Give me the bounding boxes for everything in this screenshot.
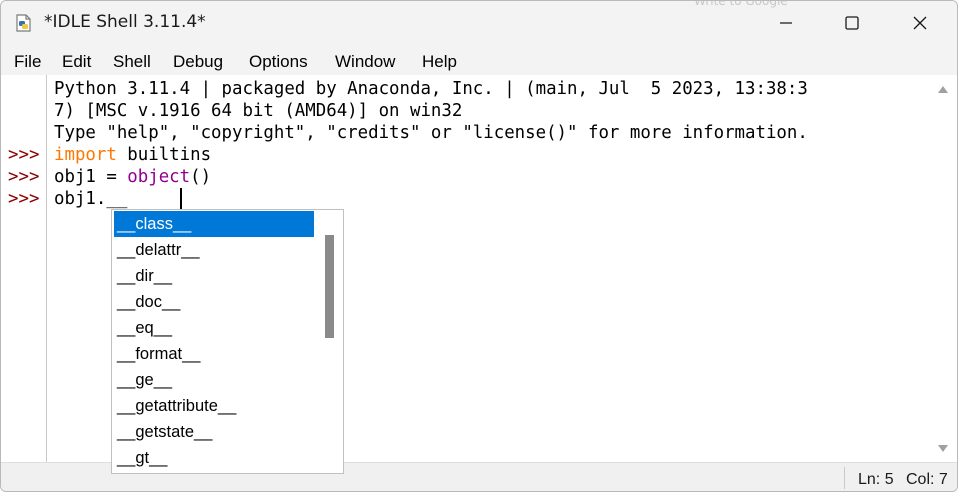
- menu-help[interactable]: Help: [422, 52, 457, 72]
- autocomplete-item-label: __getstate__: [117, 423, 213, 441]
- autocomplete-item-label: __doc__: [117, 293, 181, 311]
- autocomplete-item[interactable]: __getstate__: [114, 419, 314, 445]
- text-cursor: [180, 188, 182, 210]
- menu-debug[interactable]: Debug: [173, 52, 223, 72]
- autocomplete-item[interactable]: __ge__: [114, 367, 314, 393]
- menu-shell[interactable]: Shell: [113, 52, 151, 72]
- code-token: obj1 =: [54, 167, 128, 187]
- scroll-up-icon[interactable]: [938, 86, 948, 93]
- autocomplete-item[interactable]: __doc__: [114, 289, 314, 315]
- autocomplete-item-label: __eq__: [117, 319, 173, 337]
- autocomplete-item[interactable]: __eq__: [114, 315, 314, 341]
- autocomplete-item-label: __format__: [117, 345, 201, 363]
- close-icon: [913, 16, 927, 30]
- banner-line: Type "help", "copyright", "credits" or "…: [54, 123, 808, 143]
- close-button[interactable]: [897, 1, 943, 45]
- minimize-icon: [780, 22, 792, 24]
- autocomplete-item-label: __gt__: [117, 449, 168, 467]
- autocomplete-item[interactable]: __dir__: [114, 263, 314, 289]
- autocomplete-item[interactable]: __format__: [114, 341, 314, 367]
- autocomplete-item[interactable]: __getattribute__: [114, 393, 314, 419]
- menu-file[interactable]: File: [14, 52, 41, 72]
- status-divider: [844, 467, 845, 489]
- python-idle-icon: [16, 14, 31, 32]
- title-bar[interactable]: Write to Google *IDLE Shell 3.11.4*: [1, 1, 957, 45]
- status-line: Ln: 5: [858, 471, 894, 488]
- autocomplete-item-label: __delattr__: [117, 241, 200, 259]
- minimize-button[interactable]: [763, 1, 809, 45]
- banner-line: Python 3.11.4 | packaged by Anaconda, In…: [54, 79, 808, 99]
- autocomplete-item-label: __getattribute__: [117, 397, 237, 415]
- maximize-icon: [845, 16, 859, 30]
- window-title: *IDLE Shell 3.11.4*: [44, 12, 206, 32]
- banner-line: 7) [MSC v.1916 64 bit (AMD64)] on win32: [54, 101, 463, 121]
- prompt-marker: >>>: [8, 145, 40, 165]
- prompt-marker: >>>: [8, 167, 40, 187]
- autocomplete-item[interactable]: __class__: [114, 211, 314, 237]
- code-token: builtins: [116, 145, 212, 165]
- prompt-marker: >>>: [8, 189, 40, 209]
- scroll-down-icon[interactable]: [938, 445, 948, 452]
- autocomplete-item-label: __dir__: [117, 267, 173, 285]
- vertical-scrollbar[interactable]: [931, 75, 957, 462]
- autocomplete-list[interactable]: __class__ __delattr__ __dir__ __doc__ __…: [112, 210, 314, 473]
- menu-edit[interactable]: Edit: [62, 52, 91, 72]
- menu-window[interactable]: Window: [335, 52, 395, 72]
- autocomplete-scrollbar[interactable]: [322, 210, 340, 473]
- input-line[interactable]: obj1.__: [54, 188, 127, 210]
- builtin-token: object: [127, 167, 191, 187]
- menu-options[interactable]: Options: [249, 52, 308, 72]
- status-column: Col: 7: [906, 471, 948, 488]
- menu-bar: File Edit Shell Debug Options Window Hel…: [1, 45, 957, 75]
- autocomplete-item[interactable]: __delattr__: [114, 237, 314, 263]
- keyword-token: import: [54, 145, 117, 165]
- autocomplete-popup: __class__ __delattr__ __dir__ __doc__ __…: [111, 209, 344, 474]
- autocomplete-item-label: __ge__: [117, 371, 173, 389]
- command-line: obj1 = object(): [54, 166, 211, 188]
- code-token: (): [190, 167, 212, 187]
- maximize-button[interactable]: [829, 1, 875, 45]
- command-line: import builtins: [54, 144, 211, 166]
- prompt-sidebar: >>> >>> >>>: [1, 75, 46, 462]
- autocomplete-scroll-thumb[interactable]: [325, 235, 334, 338]
- autocomplete-item[interactable]: __gt__: [114, 445, 314, 471]
- autocomplete-item-label: __class__: [117, 215, 192, 233]
